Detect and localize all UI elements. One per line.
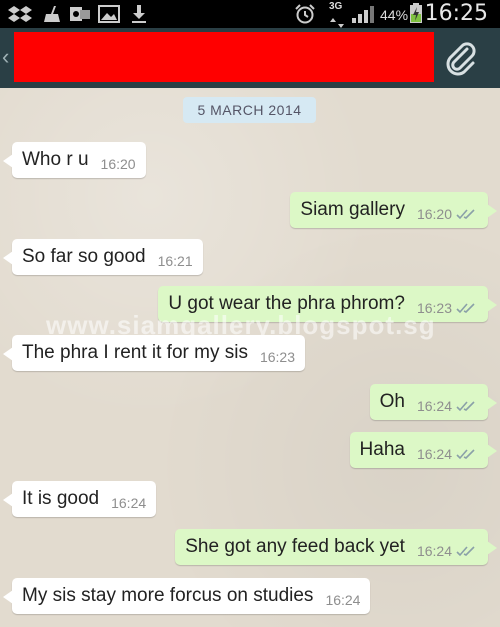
bubble-tail bbox=[3, 347, 13, 361]
battery-icon bbox=[409, 3, 423, 23]
chat-area[interactable]: 5 MARCH 2014 Who r u 16:20 Siam gallery 16:… bbox=[0, 88, 500, 627]
message-time: 16:24 bbox=[416, 398, 452, 414]
message-text: Who r u bbox=[22, 149, 89, 170]
bubble-tail bbox=[3, 251, 13, 265]
contact-name-redacted[interactable] bbox=[14, 32, 434, 82]
outgoing-message[interactable]: Oh 16:24 bbox=[369, 384, 497, 420]
outgoing-message[interactable]: Haha 16:24 bbox=[349, 432, 497, 468]
message-text: It is good bbox=[22, 488, 100, 509]
message-text: The phra I rent it for my sis bbox=[22, 342, 248, 363]
message-text: Oh bbox=[379, 391, 405, 412]
outlook-icon bbox=[70, 5, 90, 23]
watermark: www.siamgallery.blogspot.sg bbox=[46, 310, 436, 340]
double-check-icon bbox=[456, 302, 478, 314]
message-text: My sis stay more forcus on studies bbox=[22, 585, 314, 606]
message-time: 16:24 bbox=[416, 543, 452, 559]
double-check-icon bbox=[456, 545, 478, 557]
double-check-icon bbox=[456, 400, 478, 412]
status-bar: 3G 44% 16:25 bbox=[0, 0, 500, 28]
bubble-tail bbox=[3, 590, 13, 604]
message-text: She got any feed back yet bbox=[185, 536, 405, 557]
message-time: 16:20 bbox=[416, 206, 452, 222]
incoming-message[interactable]: It is good 16:24 bbox=[3, 481, 157, 517]
signal-icon bbox=[352, 5, 376, 23]
double-check-icon bbox=[456, 208, 478, 220]
bubble-tail bbox=[3, 493, 13, 507]
incoming-message[interactable]: So far so good 16:21 bbox=[3, 239, 203, 275]
chat-header: ‹ bbox=[0, 28, 500, 88]
network-3g-icon: 3G bbox=[329, 1, 343, 12]
download-icon bbox=[130, 5, 148, 23]
date-separator: 5 MARCH 2014 bbox=[183, 97, 316, 123]
back-icon[interactable]: ‹ bbox=[2, 44, 9, 70]
double-check-icon bbox=[456, 448, 478, 460]
message-text: Haha bbox=[359, 439, 405, 460]
message-time: 16:21 bbox=[157, 253, 193, 269]
dropbox-icon bbox=[8, 5, 32, 23]
bubble-tail bbox=[487, 541, 497, 555]
bubble-tail bbox=[487, 396, 497, 410]
alarm-icon bbox=[294, 4, 316, 24]
clock: 16:25 bbox=[424, 1, 488, 26]
outgoing-message[interactable]: She got any feed back yet 16:24 bbox=[175, 529, 497, 565]
cleaner-icon bbox=[42, 5, 62, 23]
message-time: 16:23 bbox=[259, 349, 296, 365]
gallery-icon bbox=[98, 5, 120, 23]
incoming-message[interactable]: Who r u 16:20 bbox=[3, 142, 146, 178]
outgoing-message[interactable]: Siam gallery 16:20 bbox=[290, 192, 497, 228]
message-time: 16:20 bbox=[100, 156, 136, 172]
bubble-tail bbox=[3, 154, 13, 168]
incoming-message[interactable]: My sis stay more forcus on studies 16:24 bbox=[3, 578, 371, 614]
message-text: So far so good bbox=[22, 246, 146, 267]
battery-percent: 44% bbox=[380, 7, 409, 23]
bubble-tail bbox=[487, 298, 497, 312]
bubble-tail bbox=[487, 444, 497, 458]
message-time: 16:24 bbox=[325, 592, 361, 608]
message-time: 16:24 bbox=[111, 495, 147, 511]
message-time: 16:24 bbox=[416, 446, 452, 462]
message-text: Siam gallery bbox=[300, 199, 405, 220]
attach-paperclip-icon[interactable] bbox=[443, 41, 479, 77]
bubble-tail bbox=[487, 204, 497, 218]
